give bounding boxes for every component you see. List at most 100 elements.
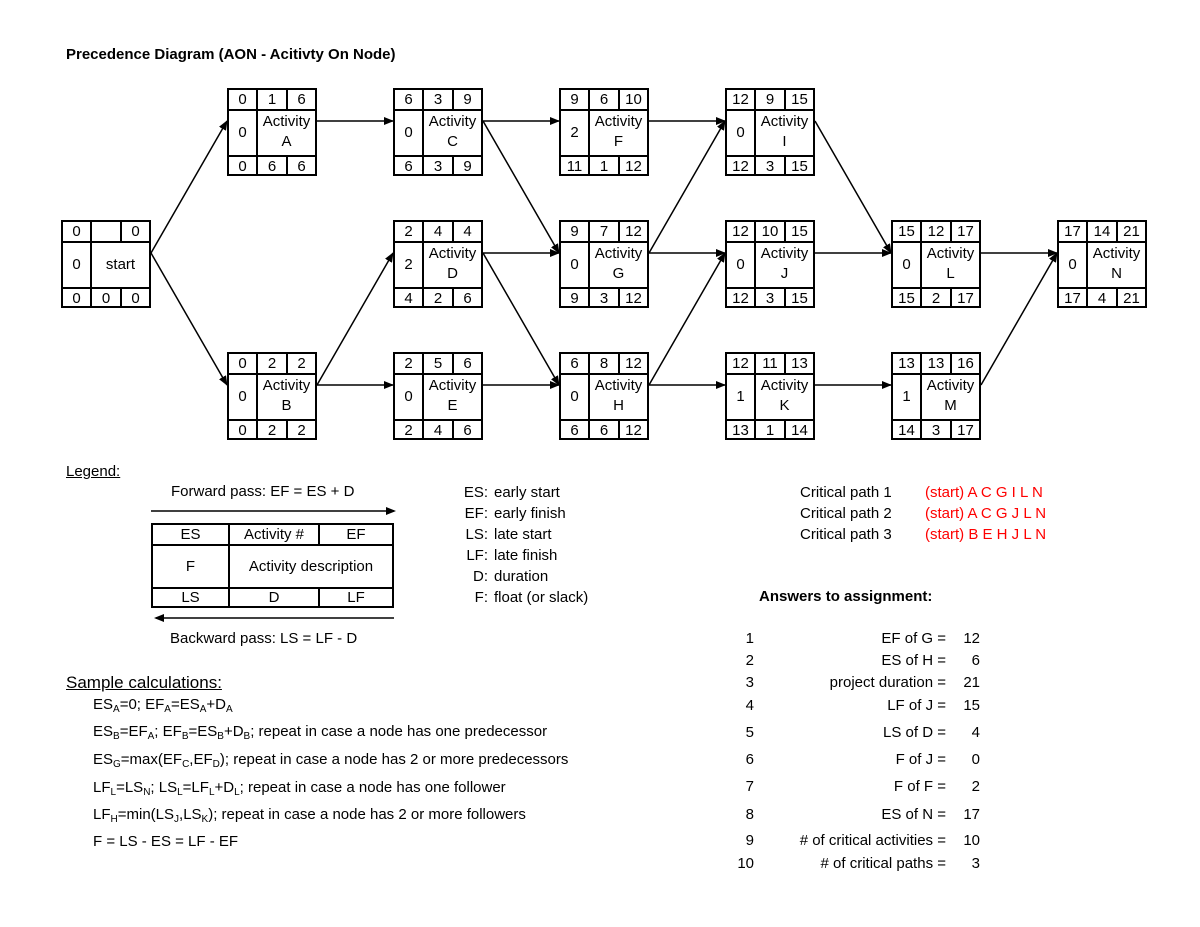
formula-text: ,EF [189,751,213,768]
arrow-start-to-b [150,252,228,386]
definition-text: early finish [494,505,566,522]
activity-number: 11 [756,354,786,375]
answer-question: ES of H = [881,652,946,669]
late-start: 11 [561,155,590,176]
critical-path-sequence: (start) B E H J L N [925,526,1047,543]
node-d: 2 4 4 2 Activity D 4 2 6 [393,220,483,308]
answer-value: 4 [971,724,980,741]
activity-word: Activity [428,377,477,394]
activity-letter: B [281,397,292,414]
answer-row: 9 # of critical activities = 10 [728,832,980,854]
subscript: A [164,704,171,715]
answer-value: 6 [971,652,980,669]
calculation-line: LFL=LSN; LSL=LFL+DL; repeat in case a no… [93,779,506,798]
answer-row: 1 EF of G = 12 [728,630,980,652]
answer-number: 6 [745,751,754,768]
early-start: 15 [893,222,922,243]
early-start: 2 [395,222,424,243]
forward-pass-label: Forward pass: EF = ES + D [171,483,355,500]
duration: 0 [92,287,122,308]
calculation-line: LFH=min(LSJ,LSK); repeat in case a node … [93,806,526,825]
activity-description: Activity H [590,375,647,419]
duration: 4 [1088,287,1118,308]
activity-description: Activity E [424,375,481,419]
formula-text: ES [93,696,114,713]
early-start: 9 [561,90,590,111]
answer-value: 0 [971,751,980,768]
arrow-start-to-a [150,120,228,254]
legend-activity-num: Activity # [230,525,320,546]
late-start: 15 [893,287,922,308]
early-finish: 16 [952,354,979,375]
definition-text: duration [494,568,549,585]
activity-description: Activity I [756,111,813,155]
formula-text: =LF [182,779,209,796]
duration: 2 [922,287,952,308]
calculation-line: ESA=0; EFA=ESA+DA [93,696,233,715]
definition-item: D: duration [440,566,588,587]
subscript: G [113,759,121,770]
activity-word: Activity [428,113,477,130]
node-l: 15 12 17 0 Activity L 15 2 17 [891,220,981,308]
activity-letter: N [1111,265,1122,282]
critical-path-item: Critical path 1 (start) A C G I L N [800,482,1046,503]
node-f: 9 6 10 2 Activity F 11 1 12 [559,88,649,176]
formula-text: ES [93,723,114,740]
activity-word: Activity [1092,245,1141,262]
subscript: B [113,731,120,742]
node-b: 0 2 2 0 Activity B 0 2 2 [227,352,317,440]
answer-question: LF of J = [887,697,946,714]
answer-row: 2 ES of H = 6 [728,652,980,674]
early-finish: 2 [288,354,315,375]
activity-number: 14 [1088,222,1118,243]
early-finish: 6 [454,354,481,375]
subscript: B [217,731,224,742]
answer-number: 2 [745,652,754,669]
critical-paths: Critical path 1 (start) A C G I L N Critic… [800,482,1046,545]
node-h: 6 8 12 0 Activity H 6 6 12 [559,352,649,440]
answer-row: 10 # of critical paths = 3 [728,855,980,877]
late-start: 12 [727,155,756,176]
float: 0 [63,243,92,287]
activity-letter: J [780,265,789,282]
node-e: 2 5 6 0 Activity E 2 4 6 [393,352,483,440]
float: 0 [561,375,590,419]
activity-number: 9 [756,90,786,111]
activity-number: 7 [590,222,620,243]
activity-word: Activity [926,377,975,394]
answer-row: 4 LF of J = 15 [728,697,980,719]
activity-letter: H [613,397,624,414]
definition-item: LS: late start [440,524,588,545]
float: 0 [229,111,258,155]
formula-text: +D [214,779,235,796]
answer-question: EF of G = [881,630,946,647]
float: 2 [395,243,424,287]
early-start: 17 [1059,222,1088,243]
arrow-c-to-g [482,120,560,254]
early-finish: 10 [620,90,647,111]
activity-number: 8 [590,354,620,375]
definition-key: LS: [465,526,488,543]
activity-letter: G [612,265,625,282]
duration: 1 [590,155,620,176]
legend-ef: EF [320,525,392,546]
duration: 1 [756,419,786,440]
late-finish: 14 [786,419,813,440]
activity-word: Activity [760,245,809,262]
formula-text: ; LS [150,779,178,796]
legend-node: ES Activity # EF F Activity description … [151,523,394,608]
definition-item: LF: late finish [440,545,588,566]
activity-letter: D [447,265,458,282]
formula-text: ; EF [154,723,182,740]
activity-word: Activity [262,377,311,394]
activity-letter: I [782,133,787,150]
formula-text: ); repeat in case a node has 2 or more p… [219,751,569,768]
legend-description: Activity description [248,558,374,575]
float: 2 [561,111,590,155]
activity-word: Activity [926,245,975,262]
legend-ls: LS [153,587,230,606]
early-finish: 0 [122,222,149,243]
answer-number: 8 [745,806,754,823]
late-finish: 2 [288,419,315,440]
answer-value: 21 [963,674,980,691]
